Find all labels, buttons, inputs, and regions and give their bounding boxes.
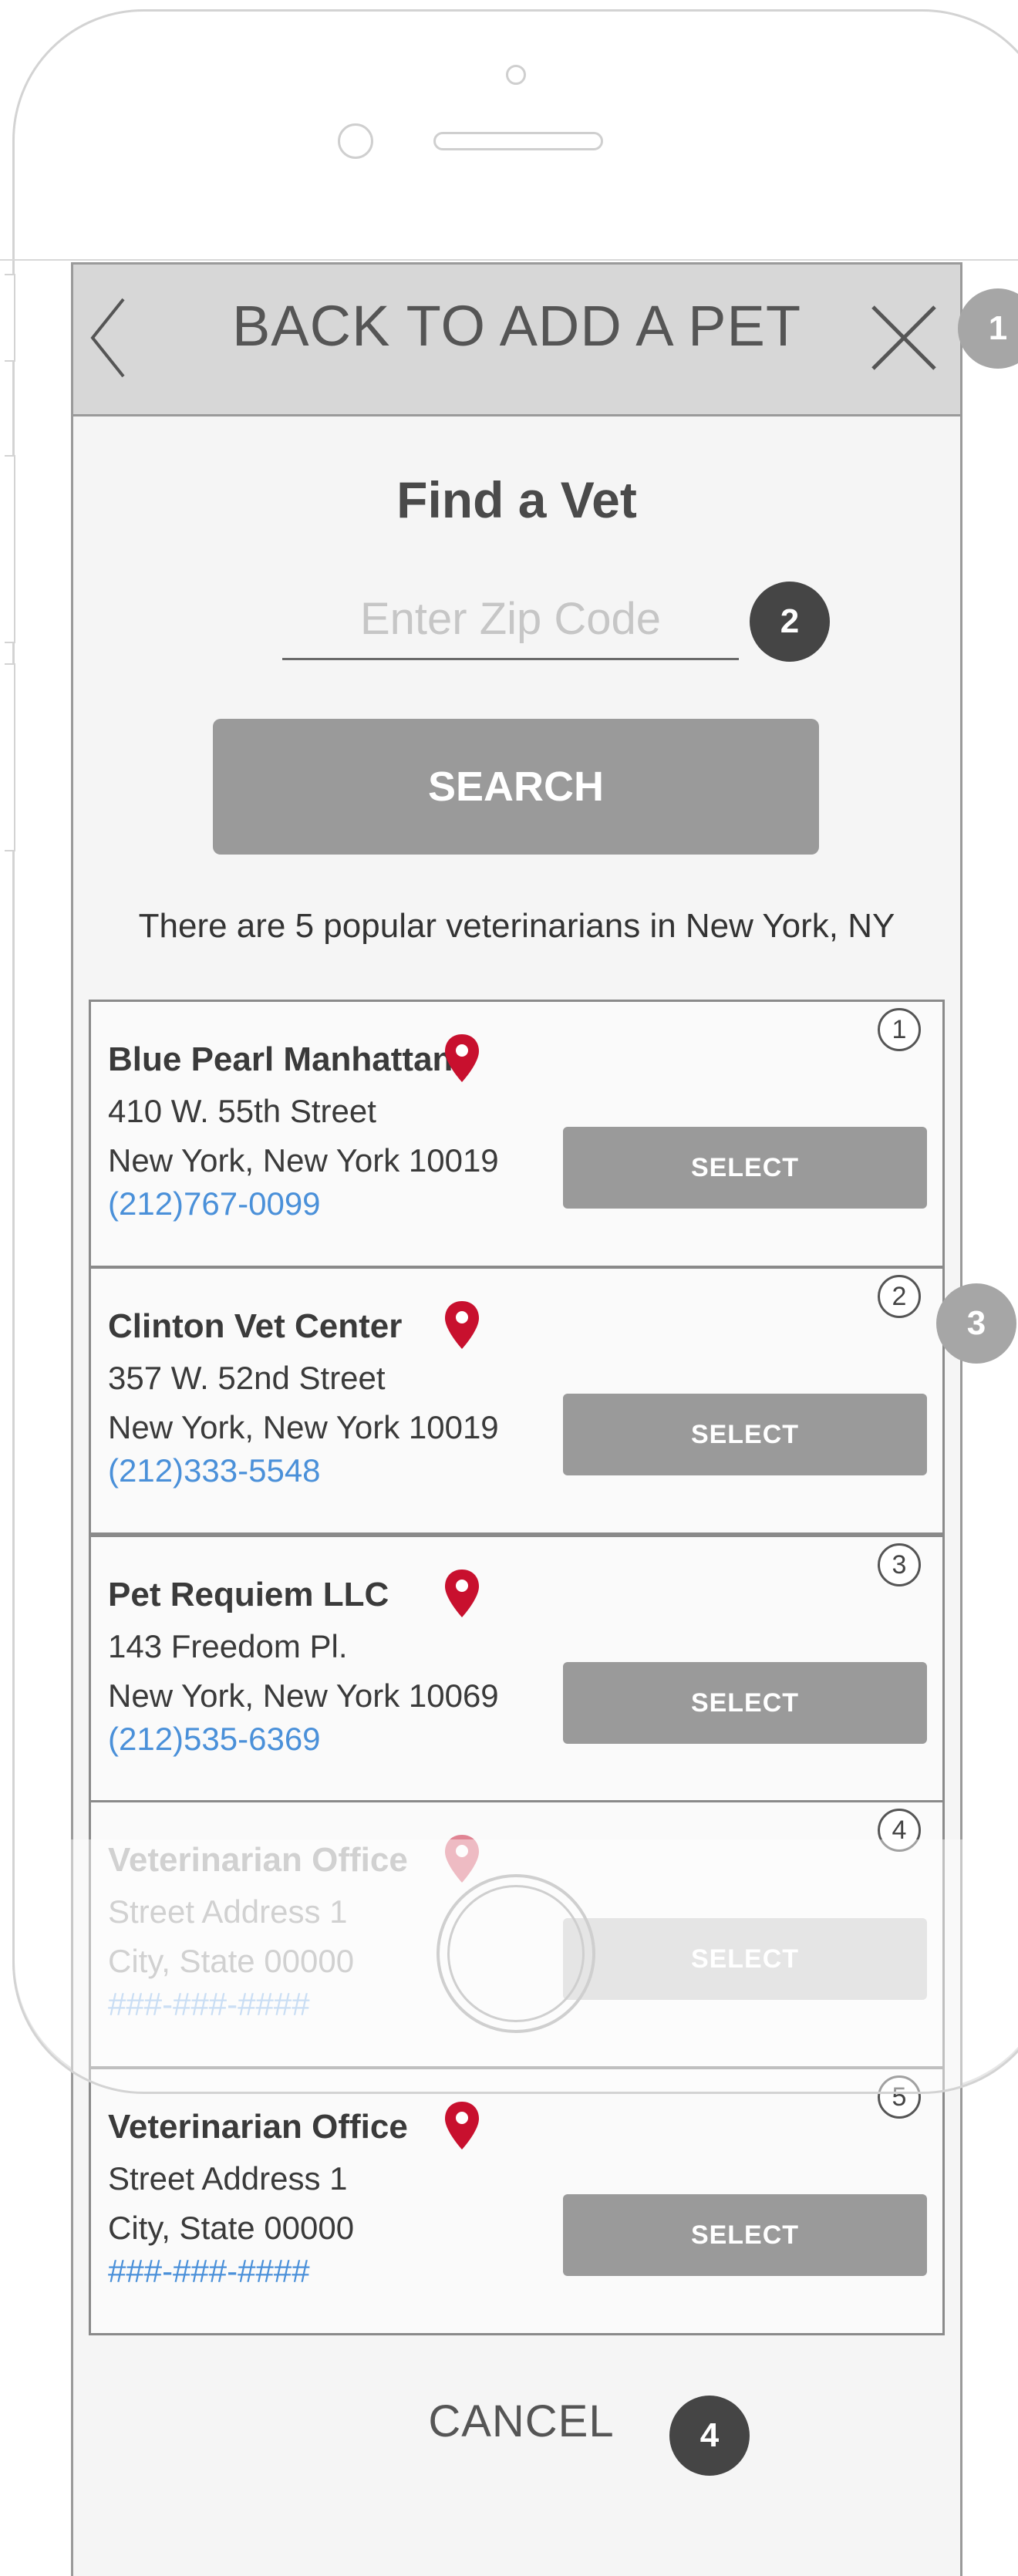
map-pin-icon[interactable] [443,1568,480,1619]
close-button[interactable] [867,301,941,375]
vet-phone-link[interactable]: ###-###-#### [108,2253,310,2290]
map-pin-icon[interactable] [443,1300,480,1350]
annotation-marker-2: 2 [750,582,830,662]
phone-sensor [338,123,373,159]
vet-card-5: Veterinarian Office Street Address 1 Cit… [89,2067,945,2335]
vet-card-1: Blue Pearl Manhattan 410 W. 55th Street … [89,1000,945,1268]
phone-camera [506,65,526,85]
vet-number-badge: 1 [878,1008,921,1051]
cancel-button[interactable]: CANCEL [416,2396,626,2447]
vet-phone-link[interactable]: (212)535-6369 [108,1721,321,1758]
phone-home-button-ring [447,1885,585,2022]
vet-number-badge: 2 [878,1275,921,1318]
vet-city: City, State 00000 [108,2210,355,2246]
vet-card-3: Pet Requiem LLC 143 Freedom Pl. New York… [89,1535,945,1803]
vet-name: Clinton Vet Center [108,1307,403,1345]
phone-silent-switch [5,274,15,362]
vet-address: 357 W. 52nd Street [108,1360,386,1396]
annotation-marker-4: 4 [669,2396,750,2476]
select-button[interactable]: SELECT [563,1662,927,1744]
map-pin-icon[interactable] [443,1033,480,1084]
vet-name: Blue Pearl Manhattan [108,1040,453,1078]
vet-phone-link[interactable]: (212)767-0099 [108,1185,321,1222]
phone-divider [0,259,1018,261]
annotation-marker-3: 3 [936,1283,1016,1364]
page-title: Find a Vet [396,471,637,528]
vet-card-2: Clinton Vet Center 357 W. 52nd Street Ne… [89,1266,945,1535]
vet-address: Street Address 1 [108,2160,348,2197]
vet-address: 410 W. 55th Street [108,1093,376,1129]
vet-address: 143 Freedom Pl. [108,1628,348,1664]
phone-volume-up [5,455,15,643]
vet-city: New York, New York 10069 [108,1677,499,1714]
phone-volume-down [5,663,15,851]
vet-number-badge: 3 [878,1543,921,1586]
header-title[interactable]: BACK TO ADD A PET [71,293,962,359]
select-button[interactable]: SELECT [563,2194,927,2276]
results-summary: There are 5 popular veterinarians in New… [138,907,895,945]
vet-name: Veterinarian Office [108,2108,408,2146]
vet-name: Pet Requiem LLC [108,1576,389,1613]
vet-city: New York, New York 10019 [108,1409,499,1445]
search-button[interactable]: SEARCH [213,719,819,855]
vet-phone-link[interactable]: (212)333-5548 [108,1452,321,1489]
phone-speaker [433,132,603,150]
vet-city: New York, New York 10019 [108,1142,499,1178]
close-icon [871,305,936,370]
map-pin-icon[interactable] [443,2100,480,2151]
select-button[interactable]: SELECT [563,1394,927,1475]
select-button[interactable]: SELECT [563,1127,927,1209]
zip-code-input[interactable] [282,580,739,660]
